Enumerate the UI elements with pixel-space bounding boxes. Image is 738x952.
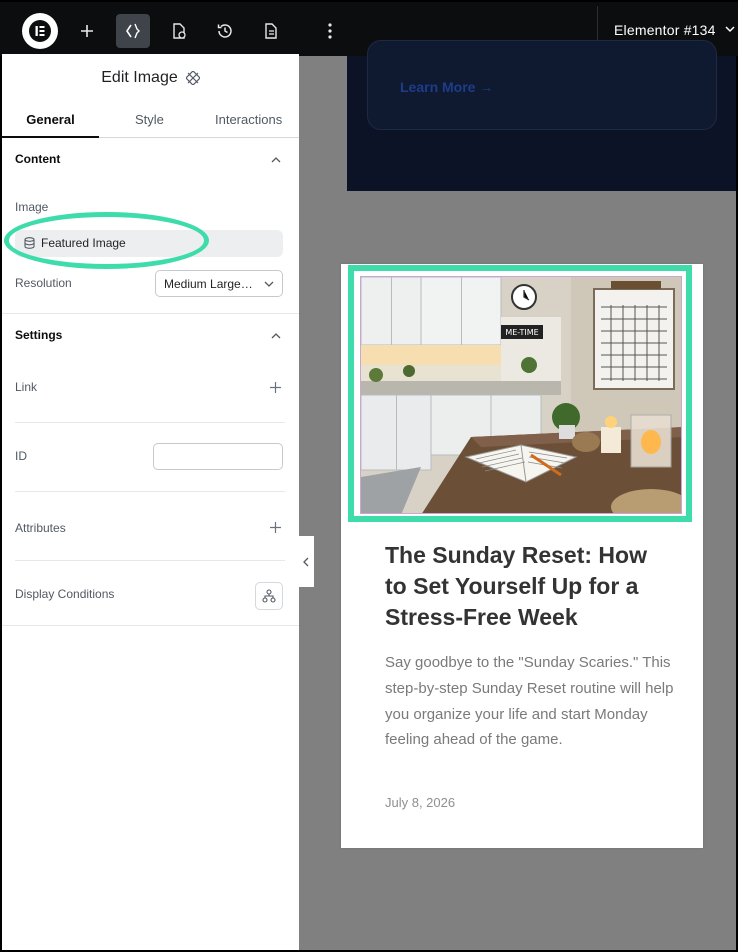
settings-section-heading[interactable]: Settings	[15, 328, 62, 342]
atomic-element-icon	[185, 71, 200, 85]
resolution-value: Medium Large…	[164, 277, 253, 291]
tab-style[interactable]: Style	[135, 112, 164, 127]
history-button[interactable]	[208, 14, 242, 48]
resolution-label: Resolution	[15, 276, 72, 290]
document-icon	[265, 23, 277, 39]
more-options-button[interactable]	[313, 14, 347, 48]
structure-list-button[interactable]	[254, 14, 288, 48]
row-divider	[15, 560, 285, 561]
elementor-logo-button[interactable]	[22, 13, 58, 49]
history-icon	[217, 24, 232, 38]
panel-collapse-handle[interactable]	[299, 536, 314, 587]
highlight-annotation	[4, 212, 209, 269]
page-settings-button[interactable]	[162, 14, 196, 48]
panel-tabs: General Style Interactions	[2, 106, 299, 138]
tab-interactions[interactable]: Interactions	[215, 112, 282, 127]
panel-header: Edit Image	[2, 67, 299, 89]
row-divider	[15, 491, 285, 492]
featured-image: ME-TIME	[360, 276, 682, 514]
post-title[interactable]: The Sunday Reset: How to Set Yourself Up…	[385, 540, 675, 633]
id-input[interactable]	[153, 443, 283, 470]
elementor-logo-icon	[29, 20, 51, 42]
page-settings-icon	[173, 23, 186, 39]
structure-button[interactable]	[116, 14, 150, 48]
content-section-heading[interactable]: Content	[15, 152, 60, 166]
plus-icon	[81, 25, 93, 37]
learn-more-link[interactable]: Learn More →	[400, 79, 493, 95]
me-time-sign: ME-TIME	[505, 328, 538, 337]
add-link-plus-icon[interactable]	[270, 382, 281, 393]
sitemap-icon	[262, 589, 276, 603]
kitchen-photo-illustration: ME-TIME	[361, 277, 681, 513]
chevron-up-icon[interactable]	[271, 156, 281, 164]
section-divider	[2, 625, 299, 626]
link-label: Link	[15, 380, 38, 394]
featured-image-widget[interactable]: ME-TIME	[348, 265, 692, 522]
post-excerpt: Say goodbye to the "Sunday Scaries." Thi…	[385, 654, 674, 749]
add-element-button[interactable]	[70, 14, 104, 48]
id-label: ID	[15, 449, 27, 463]
chevron-down-icon[interactable]	[724, 24, 736, 34]
tab-general[interactable]: General	[2, 112, 99, 127]
section-divider	[2, 313, 299, 314]
vertical-dots-icon	[328, 23, 332, 39]
image-label: Image	[15, 200, 49, 214]
attributes-label: Attributes	[15, 521, 66, 535]
document-title[interactable]: Elementor #134	[614, 22, 716, 38]
active-tab-indicator	[2, 136, 99, 138]
display-conditions-button[interactable]	[255, 582, 283, 610]
chevron-up-icon[interactable]	[271, 332, 281, 340]
post-date: July 8, 2026	[385, 795, 456, 810]
sparkle-icon	[126, 23, 140, 39]
editor-panel: Edit Image General Style Interactions Co…	[2, 54, 299, 950]
display-conditions-label: Display Conditions	[15, 587, 115, 601]
chevron-left-icon	[303, 557, 309, 566]
add-attribute-plus-icon[interactable]	[270, 522, 281, 533]
resolution-select[interactable]: Medium Large…	[155, 270, 283, 297]
row-divider	[15, 422, 285, 423]
chevron-down-icon	[264, 281, 274, 287]
panel-title: Edit Image	[101, 69, 178, 86]
